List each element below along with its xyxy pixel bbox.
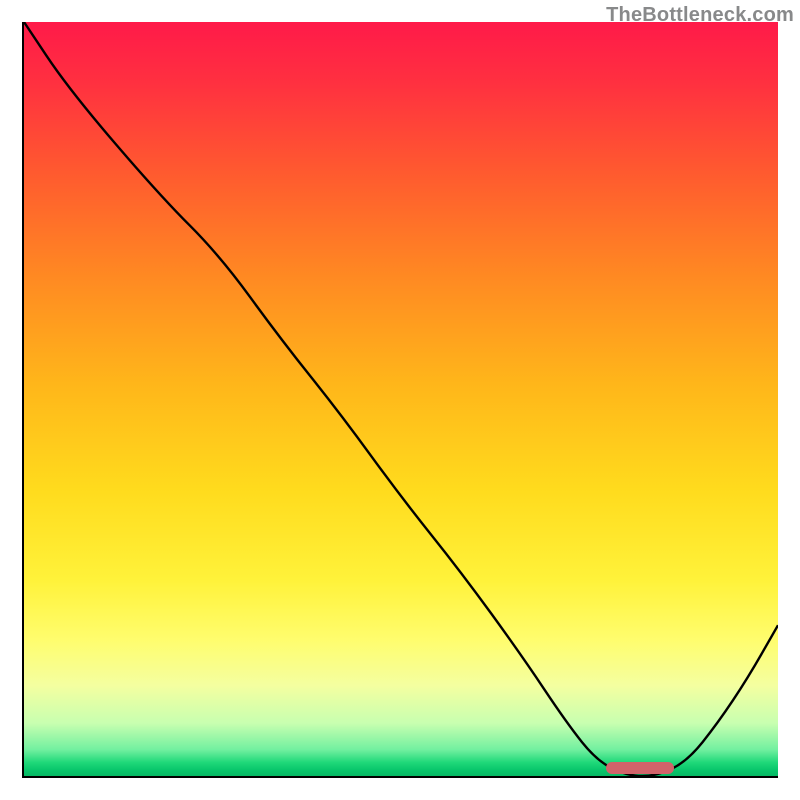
plot-area bbox=[22, 22, 778, 778]
curve-svg bbox=[24, 22, 778, 776]
chart-container: TheBottleneck.com bbox=[0, 0, 800, 800]
bottleneck-curve-path bbox=[24, 22, 778, 776]
optimal-range-marker bbox=[606, 762, 674, 774]
